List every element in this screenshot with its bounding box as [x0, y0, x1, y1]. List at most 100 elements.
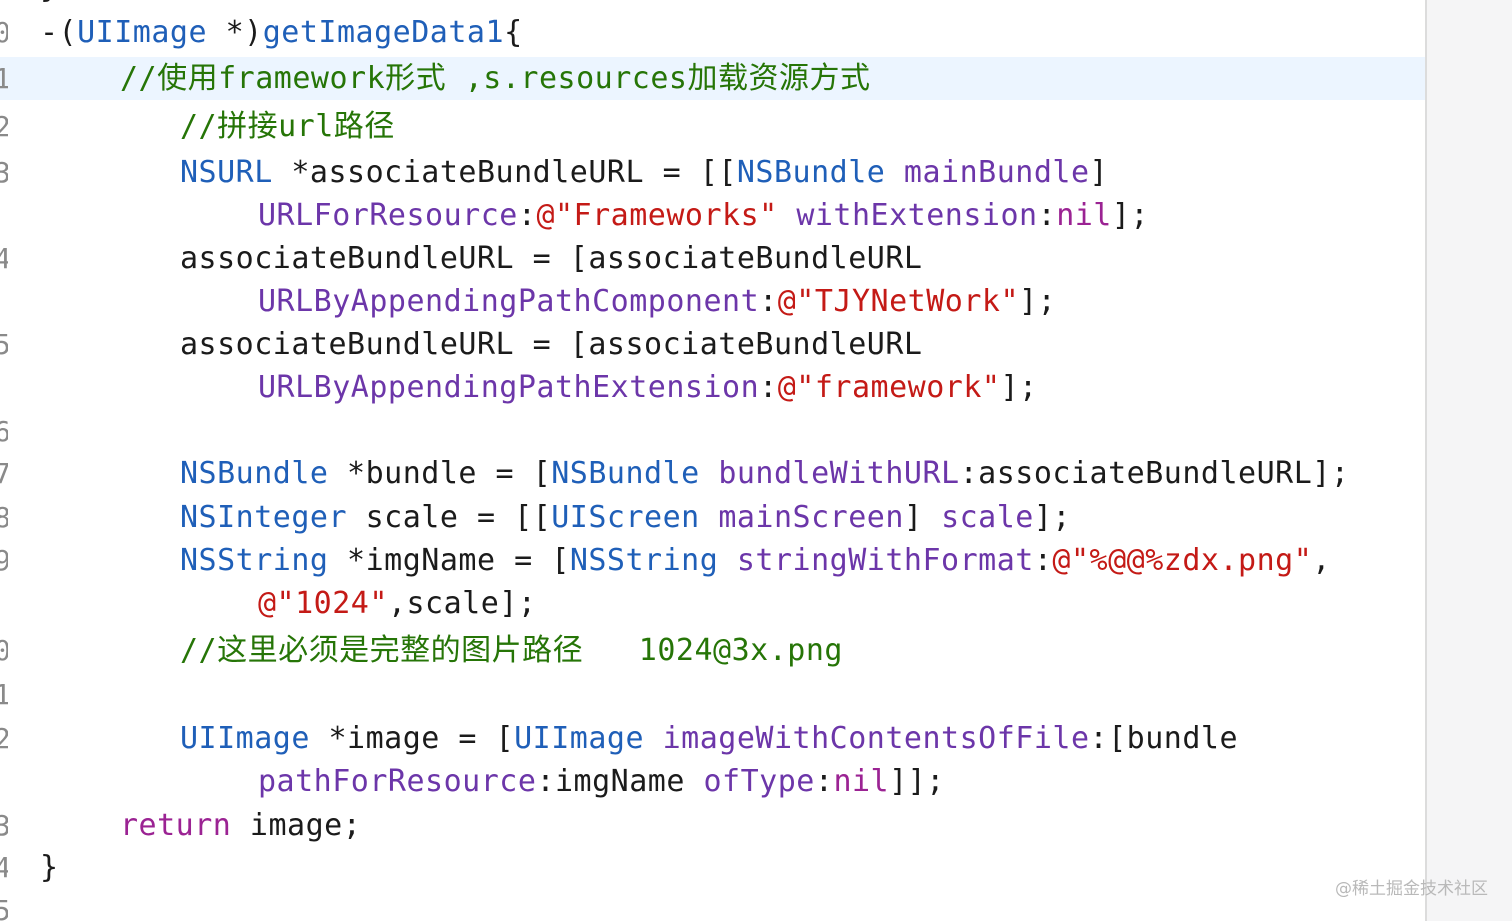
- code-token: associateBundleURL = [associateBundleURL: [180, 241, 923, 276]
- code-token: UIImage: [77, 15, 208, 50]
- code-token: imageWithContentsOfFile: [662, 721, 1090, 756]
- code-token: @"%@@%zdx.png": [1052, 543, 1313, 578]
- code-token: @"TJYNetWork": [777, 284, 1020, 319]
- editor-side-pane: [1425, 0, 1512, 921]
- line-number: 9: [0, 539, 8, 582]
- code-text: NSURL *associateBundleURL = [[NSBundle m…: [180, 151, 1108, 194]
- code-line[interactable]: 9 NSString *imgName = [NSString stringWit…: [0, 539, 1425, 582]
- code-token: *associateBundleURL = [[: [272, 155, 737, 190]
- code-line[interactable]: 1 //使用framework形式 ,s.resources加载资源方式: [0, 57, 1425, 100]
- code-token: scale: [941, 500, 1034, 535]
- line-number: 5: [0, 889, 8, 921]
- code-line[interactable]: pathForResource:imgName ofType:nil]];: [0, 760, 1425, 803]
- code-text: //使用framework形式 ,s.resources加载资源方式: [120, 57, 870, 100]
- line-number: 1: [0, 57, 8, 100]
- code-text: NSString *imgName = [NSString stringWith…: [180, 539, 1331, 582]
- line-number: 1: [0, 673, 8, 716]
- line-number: 8: [0, 496, 8, 539]
- line-number: 4: [0, 237, 8, 280]
- code-token: ]];: [889, 764, 945, 799]
- code-token: :: [814, 764, 834, 799]
- line-number: 3: [0, 804, 8, 847]
- code-token: nil: [1056, 198, 1112, 233]
- code-line[interactable]: 4 associateBundleURL = [associateBundleUR…: [0, 237, 1425, 280]
- code-text: NSInteger scale = [[UIScreen mainScreen]…: [180, 496, 1071, 539]
- code-token: UIImage: [514, 721, 645, 756]
- code-line[interactable]: @"1024",scale];: [0, 582, 1425, 625]
- code-token: image;: [231, 808, 362, 843]
- code-token: ];: [1019, 284, 1057, 319]
- line-number: 7: [0, 452, 8, 495]
- code-line[interactable]: 4}: [0, 846, 1425, 889]
- code-token: NSInteger: [180, 500, 348, 535]
- code-line[interactable]: 5 associateBundleURL = [associateBundleUR…: [0, 323, 1425, 366]
- code-token: *imgName = [: [328, 543, 570, 578]
- code-token: UIScreen: [551, 500, 700, 535]
- code-token: :: [1037, 198, 1057, 233]
- previous-line-fragment: }: [40, 0, 58, 5]
- code-token: :imgName: [536, 764, 704, 799]
- code-line[interactable]: 2 //拼接url路径: [0, 105, 1425, 148]
- code-line[interactable]: 8 NSInteger scale = [[UIScreen mainScreen…: [0, 496, 1425, 539]
- code-line[interactable]: 2 UIImage *image = [UIImage imageWithCont…: [0, 717, 1425, 760]
- code-text: URLByAppendingPathExtension:@"framework"…: [258, 366, 1038, 409]
- code-token: ]: [1089, 155, 1109, 190]
- code-token: :: [759, 370, 778, 405]
- code-token: :associateBundleURL];: [959, 456, 1350, 491]
- code-line[interactable]: 1: [0, 673, 1425, 716]
- code-token: UIImage: [180, 721, 310, 756]
- line-number: 3: [0, 151, 8, 194]
- code-token: *image = [: [309, 721, 515, 756]
- code-line[interactable]: 6: [0, 410, 1425, 453]
- code-text: associateBundleURL = [associateBundleURL: [180, 323, 922, 366]
- code-token: :[bundle: [1089, 721, 1239, 756]
- line-number: 0: [0, 629, 8, 672]
- code-token: bundleWithURL: [718, 456, 960, 491]
- code-token: getImageData1: [262, 15, 505, 50]
- code-token: @"Frameworks": [536, 198, 778, 233]
- code-editor[interactable]: } 0-(UIImage *)getImageData1{1//使用framew…: [0, 0, 1425, 921]
- code-line[interactable]: 0 //这里必须是完整的图片路径 1024@3x.png: [0, 629, 1425, 672]
- code-line[interactable]: URLByAppendingPathComponent:@"TJYNetWork…: [0, 280, 1425, 323]
- line-number: 2: [0, 717, 8, 760]
- code-line[interactable]: 0 -(UIImage *)getImageData1{: [0, 11, 1425, 54]
- code-token: mainBundle: [903, 155, 1090, 190]
- code-text: associateBundleURL = [associateBundleURL: [180, 237, 922, 280]
- code-token: NSString: [180, 543, 329, 578]
- code-token: NSBundle: [551, 456, 700, 491]
- code-token: //这里必须是完整的图片路径 1024@3x.png: [180, 633, 843, 668]
- code-token: ofType: [703, 764, 815, 799]
- code-token: pathForResource: [258, 764, 537, 799]
- code-line[interactable]: URLByAppendingPathExtension:@"framework"…: [0, 366, 1425, 409]
- code-token: //使用framework形式 ,s.resources加载资源方式: [120, 61, 871, 96]
- code-token: URLForResource: [258, 198, 518, 233]
- code-text: UIImage *image = [UIImage imageWithConte…: [180, 717, 1238, 760]
- code-token: :: [759, 284, 778, 319]
- code-token: //拼接url路径: [180, 109, 395, 144]
- code-line[interactable]: 3 NSURL *associateBundleURL = [[NSBundle …: [0, 151, 1425, 194]
- code-line[interactable]: 7 NSBundle *bundle = [NSBundle bundleWith…: [0, 452, 1425, 495]
- watermark: @稀土掘金技术社区: [1335, 879, 1488, 899]
- line-number: 2: [0, 105, 8, 148]
- code-token: return: [120, 808, 232, 843]
- line-number: 4: [0, 846, 8, 889]
- line-number: 0: [0, 11, 8, 54]
- code-text: }: [40, 846, 59, 889]
- code-token: -(: [40, 15, 78, 50]
- code-line[interactable]: 3 return image;: [0, 804, 1425, 847]
- code-token: scale = [[: [347, 500, 552, 535]
- code-token: @"framework": [777, 370, 1001, 405]
- code-token: NSBundle: [180, 456, 329, 491]
- code-token: NSURL: [180, 155, 273, 190]
- code-token: ]: [903, 500, 942, 535]
- code-text: //拼接url路径: [180, 105, 395, 148]
- code-token: associateBundleURL = [associateBundleURL: [180, 327, 923, 362]
- code-token: nil: [833, 764, 890, 799]
- code-line[interactable]: URLForResource:@"Frameworks" withExtensi…: [0, 194, 1425, 237]
- code-line[interactable]: 5: [0, 889, 1425, 921]
- code-text: NSBundle *bundle = [NSBundle bundleWithU…: [180, 452, 1349, 495]
- code-token: *): [207, 15, 263, 50]
